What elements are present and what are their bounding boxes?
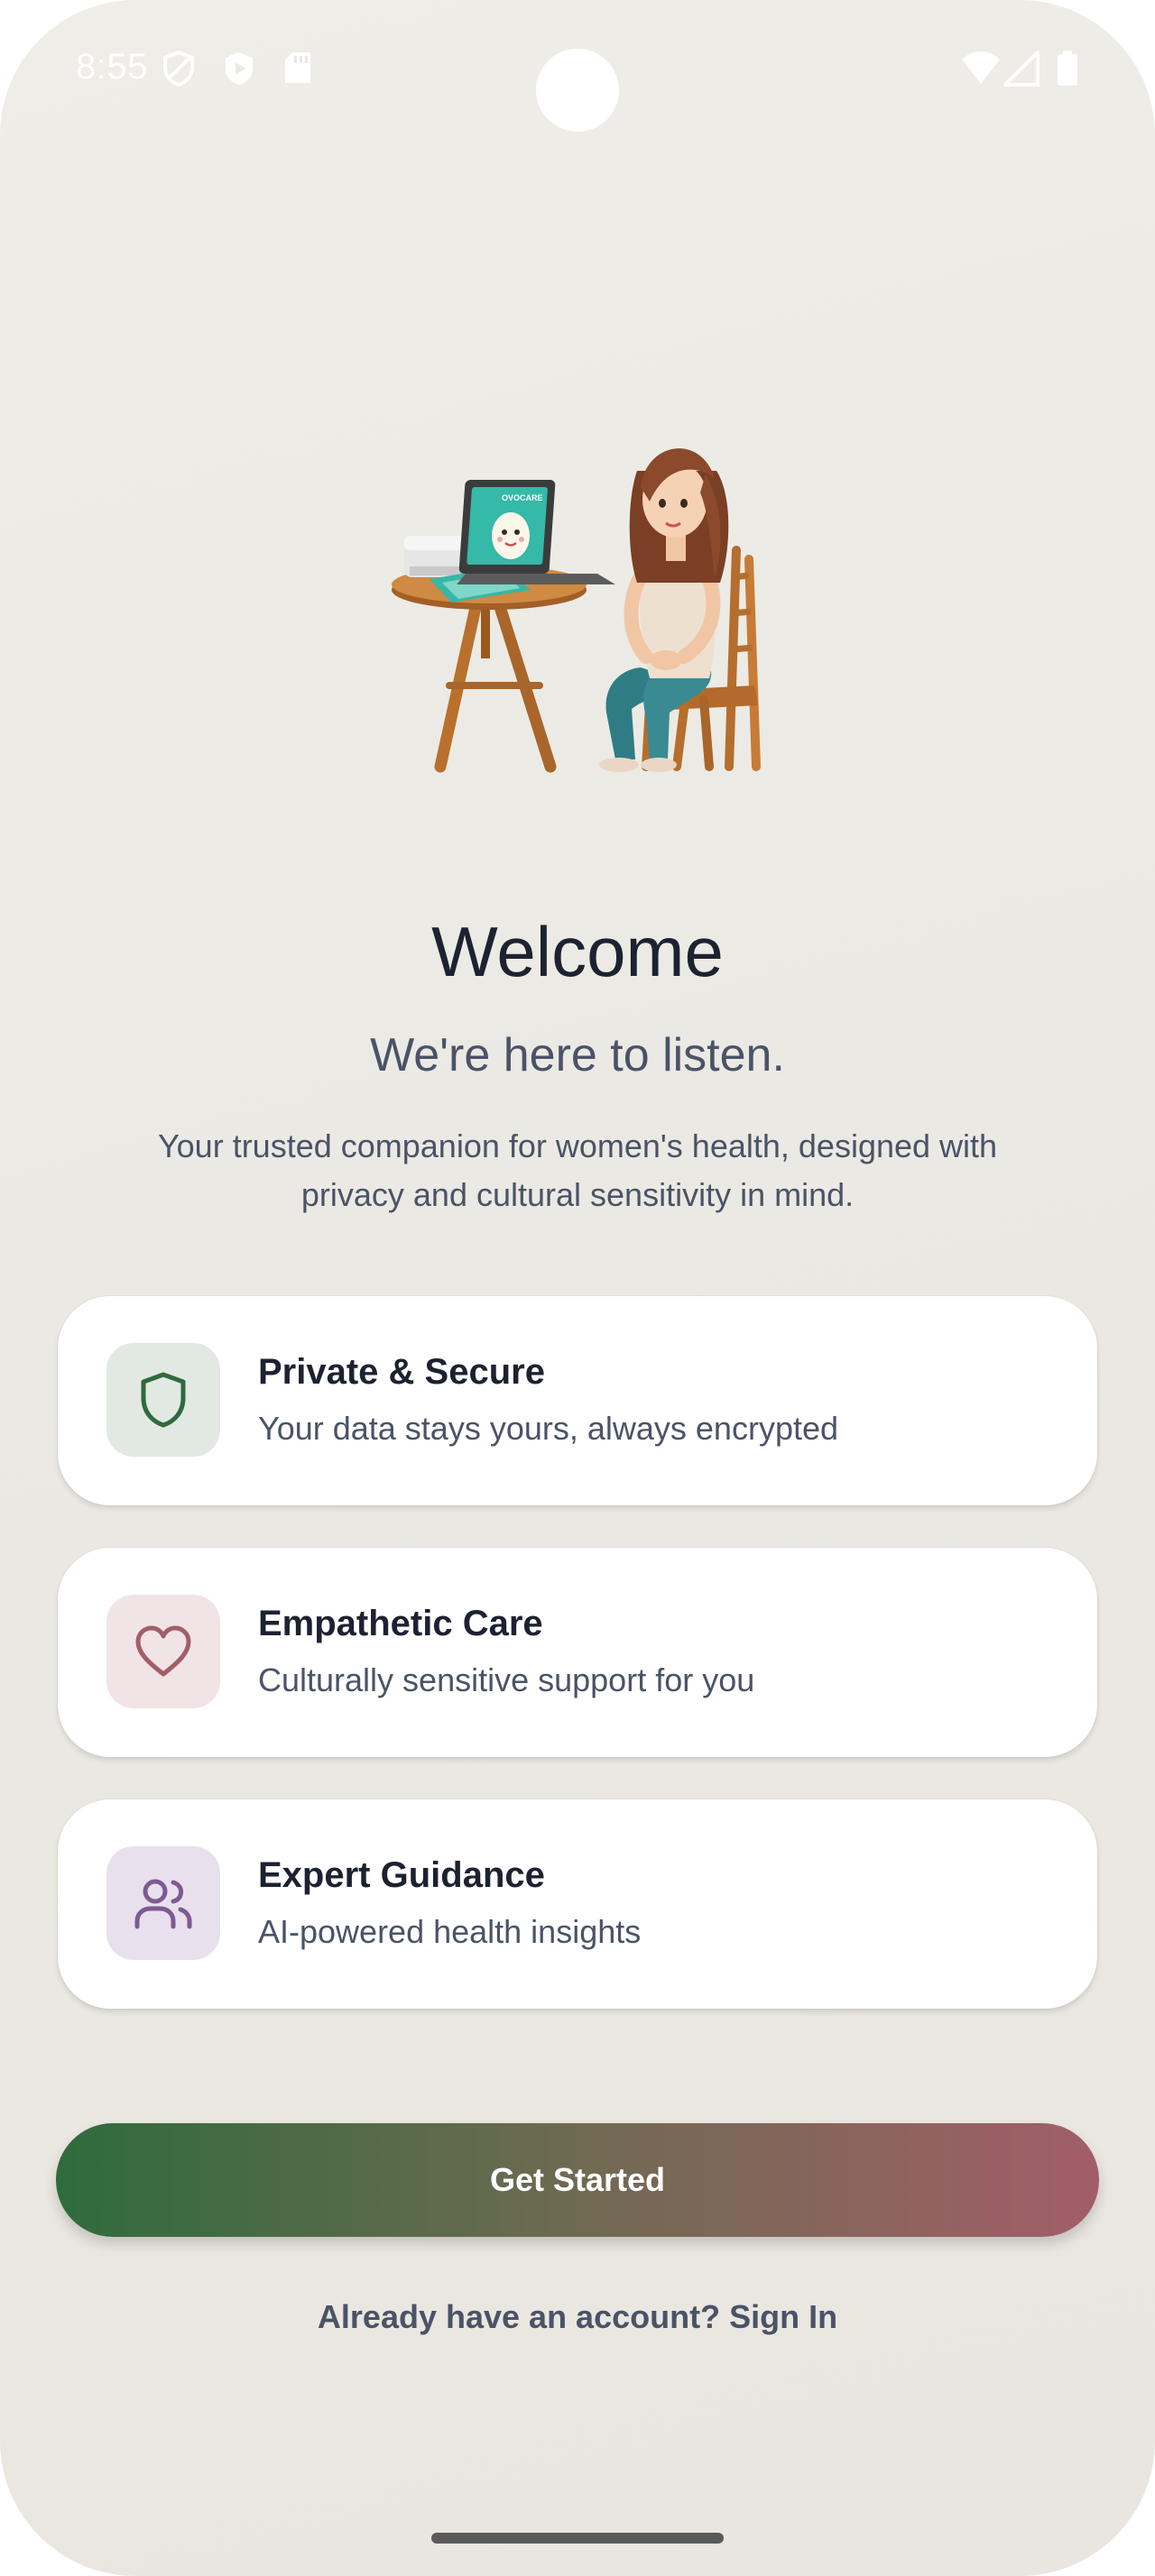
laptop-screen-text: OVOCARE: [502, 493, 543, 502]
signal-icon: [1003, 51, 1040, 87]
wifi-icon: [962, 51, 1000, 84]
sign-in-link[interactable]: Already have an account? Sign In: [0, 2298, 1155, 2336]
feature-title: Private & Secure: [258, 1352, 545, 1392]
battery-icon: [1058, 51, 1077, 86]
feature-subtitle: Your data stays yours, always encrypted: [258, 1410, 839, 1447]
sd-card-icon: [285, 52, 310, 83]
status-time: 8:55: [76, 47, 148, 87]
play-store-icon: [226, 52, 253, 85]
get-started-button[interactable]: Get Started: [56, 2123, 1099, 2237]
welcome-subtitle: We're here to listen.: [370, 1029, 785, 1081]
welcome-title: Welcome: [431, 912, 724, 991]
welcome-description: Your trusted companion for women's healt…: [157, 1127, 998, 1213]
feature-title: Expert Guidance: [258, 1855, 545, 1895]
heart-icon: [106, 1595, 220, 1708]
feature-subtitle: Culturally sensitive support for you: [258, 1661, 755, 1698]
feature-title: Empathetic Care: [258, 1604, 543, 1643]
front-camera: [536, 49, 619, 132]
shield-icon: [106, 1343, 220, 1457]
app-screen: 8:55 OVOCARE Welcome We're here to liste…: [0, 0, 1155, 2576]
feature-card-empathetic-care: Empathetic Care Culturally sensitive sup…: [58, 1548, 1097, 1757]
home-indicator[interactable]: [431, 2533, 724, 2544]
users-icon: [106, 1846, 220, 1960]
status-bar: 8:55: [0, 0, 1155, 144]
shield-status-icon: [163, 51, 194, 87]
feature-subtitle: AI-powered health insights: [258, 1913, 642, 1950]
feature-card-expert-guidance: Expert Guidance AI-powered health insigh…: [58, 1799, 1097, 2009]
welcome-illustration: OVOCARE: [392, 448, 761, 773]
feature-card-private-secure: Private & Secure Your data stays yours, …: [58, 1296, 1097, 1505]
